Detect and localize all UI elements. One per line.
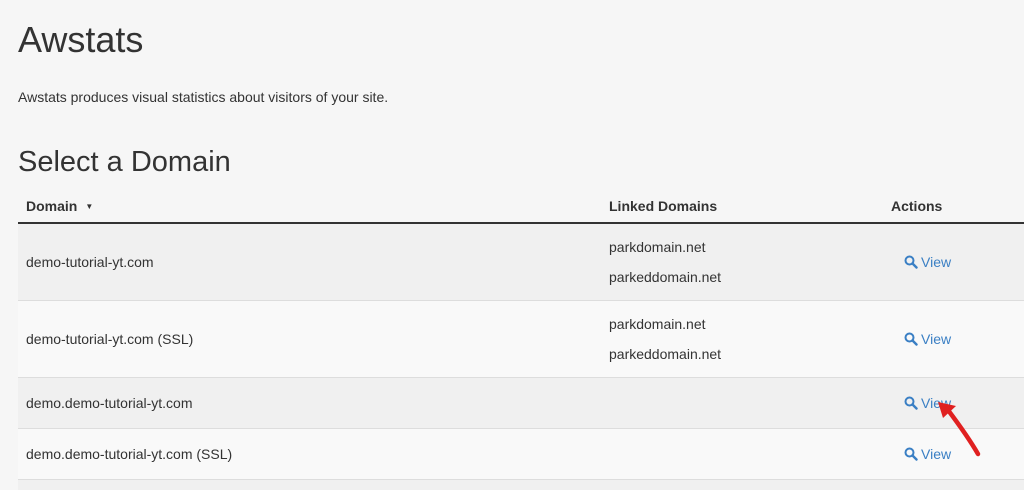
table-row: demo.demo-tutorial-yt.com View <box>18 378 1024 429</box>
view-label: View <box>921 331 952 347</box>
linked-domains-column-header: Linked Domains <box>609 198 718 214</box>
linked-domains-cell: parkdomain.net parkeddomain.net <box>609 232 721 292</box>
red-arrow-annotation <box>938 402 981 457</box>
table-row: demo-tutorial-yt.com parkdomain.net park… <box>18 224 1024 301</box>
page-title: Awstats <box>18 19 144 60</box>
linked-domain: parkdomain.net <box>609 239 706 255</box>
domains-table: Domain ▼ Linked Domains Actions demo-tuto… <box>18 188 1024 490</box>
table-row: demo-tutorial-yt.com (SSL) parkdomain.ne… <box>18 301 1024 378</box>
linked-domain: parkeddomain.net <box>609 346 722 362</box>
domain-cell: demo.demo-tutorial-yt.com (SSL) <box>26 446 233 462</box>
sort-down-icon[interactable]: ▼ <box>85 198 93 216</box>
actions-column-header: Actions <box>891 198 943 214</box>
domain-column-header[interactable]: Domain ▼ <box>26 197 93 216</box>
table-row-partial <box>18 480 1024 490</box>
domain-cell: demo-tutorial-yt.com <box>26 254 154 270</box>
table-header: Domain ▼ Linked Domains Actions <box>18 188 1024 224</box>
linked-domain: parkdomain.net <box>609 316 706 332</box>
search-icon <box>904 396 918 410</box>
view-link[interactable]: View <box>904 330 951 348</box>
linked-domain: parkeddomain.net <box>609 269 722 285</box>
search-icon <box>904 255 918 269</box>
search-icon <box>904 447 918 461</box>
domain-cell: demo-tutorial-yt.com (SSL) <box>26 331 194 347</box>
table-row: demo.demo-tutorial-yt.com (SSL) View <box>18 429 1024 480</box>
page-description: Awstats produces visual statistics about… <box>18 89 389 105</box>
view-label: View <box>921 254 952 270</box>
domain-column-label: Domain <box>26 198 78 214</box>
section-title: Select a Domain <box>18 146 231 178</box>
search-icon <box>904 332 918 346</box>
linked-domains-cell: parkdomain.net parkeddomain.net <box>609 309 721 369</box>
awstats-page: Awstats Awstats produces visual statisti… <box>0 0 1024 490</box>
view-link[interactable]: View <box>904 253 951 271</box>
domain-cell: demo.demo-tutorial-yt.com <box>26 395 193 411</box>
